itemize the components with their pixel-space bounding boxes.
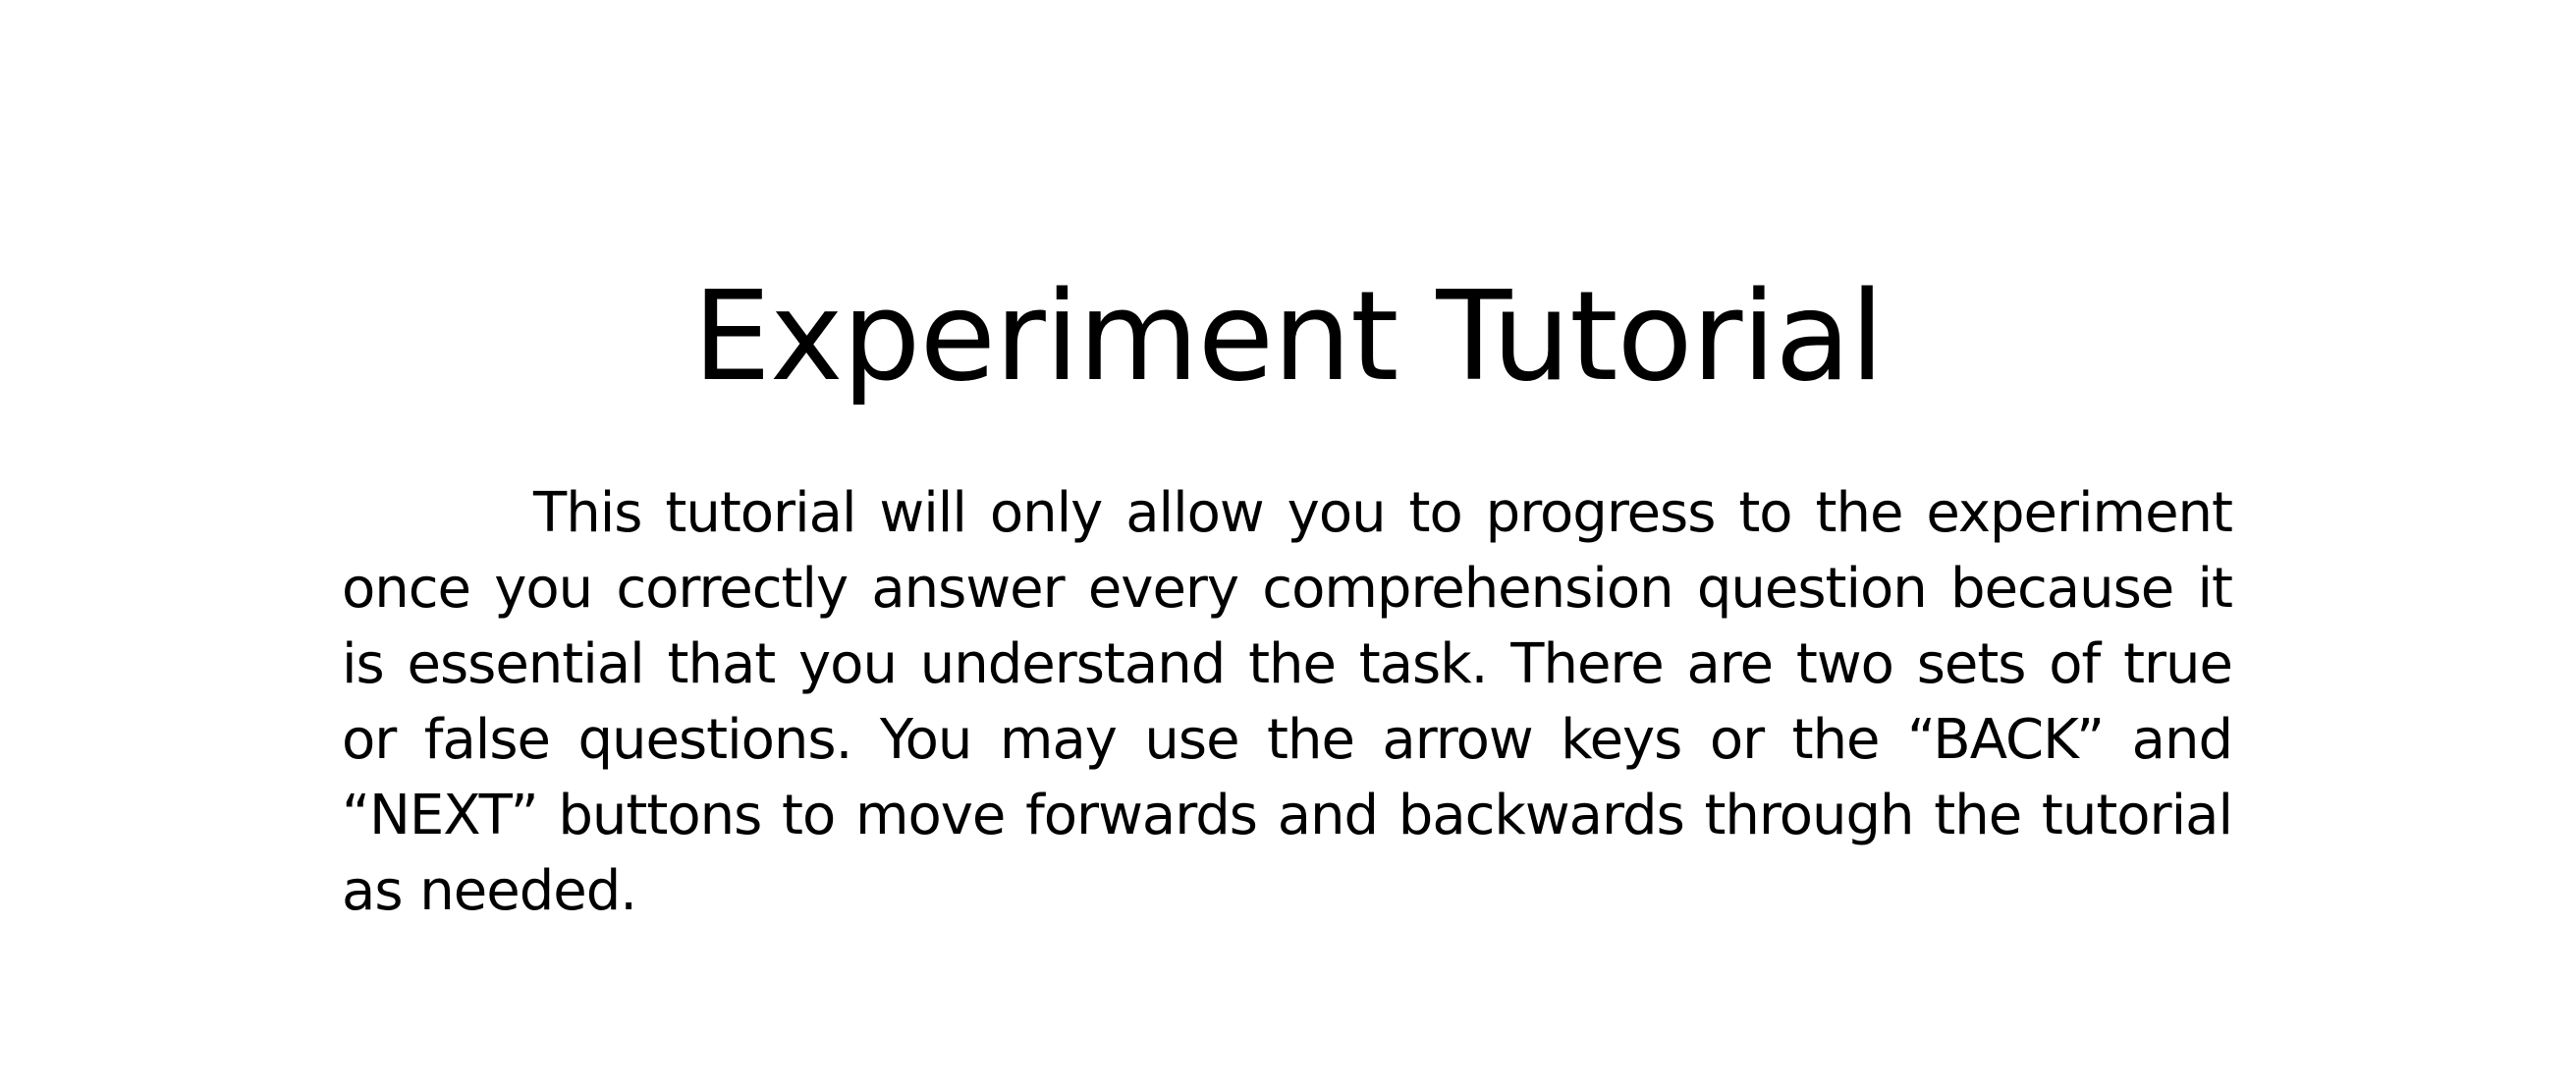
tutorial-slide: Experiment Tutorial This tutorial will o… — [0, 0, 2576, 1089]
slide-body-text: This tutorial will only allow you to pro… — [342, 481, 2233, 923]
slide-title: Experiment Tutorial — [692, 264, 1884, 408]
